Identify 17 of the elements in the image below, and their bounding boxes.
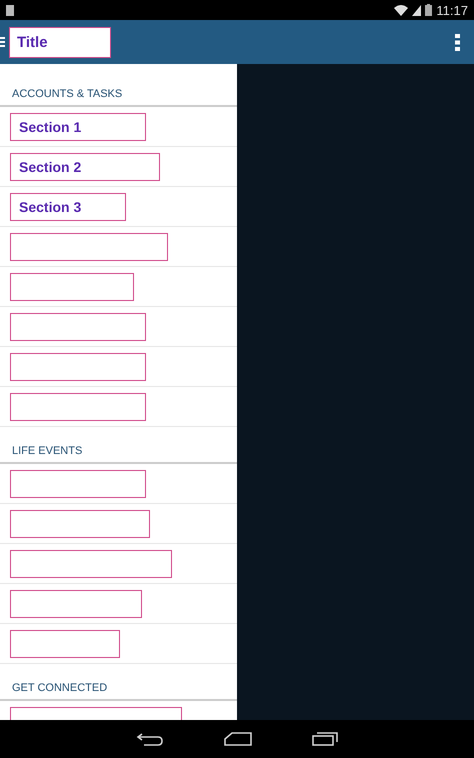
back-icon[interactable] [136,732,164,746]
home-icon[interactable] [224,732,252,746]
section-heading: GET CONNECTED [0,682,237,701]
notification-icon [6,4,14,16]
recents-icon[interactable] [312,732,338,746]
overflow-menu-icon[interactable] [455,34,460,50]
section-heading: ACCOUNTS & TASKS [0,88,237,107]
menu-icon[interactable] [0,37,5,47]
app-title: Title [9,26,111,58]
section-heading: LIFE EVENTS [0,445,237,464]
drawer-item[interactable]: Section 2 [10,152,160,180]
drawer-item[interactable]: Section 1 [10,112,146,140]
signal-icon [412,4,422,16]
wifi-icon [394,4,408,16]
battery-icon [425,4,432,16]
clock: 11:17 [436,2,468,18]
drawer-item[interactable]: Section 3 [10,192,126,220]
